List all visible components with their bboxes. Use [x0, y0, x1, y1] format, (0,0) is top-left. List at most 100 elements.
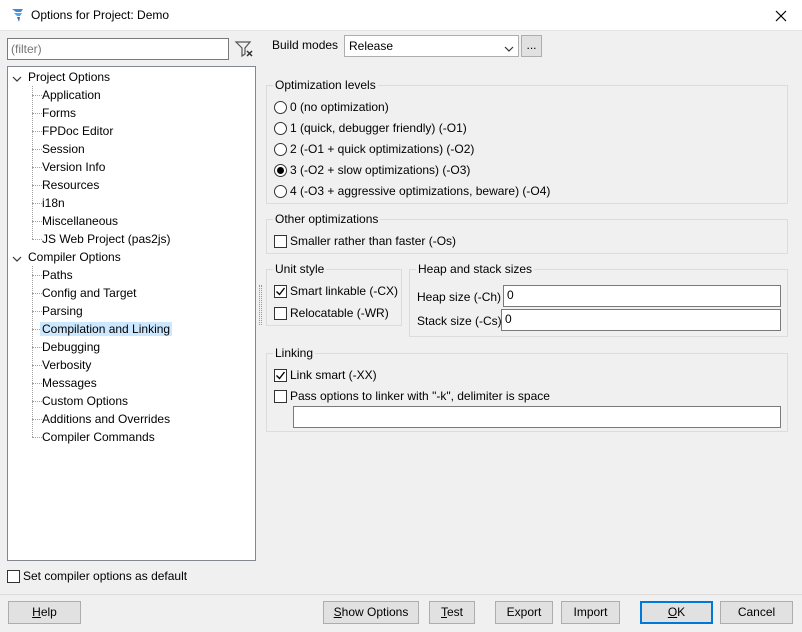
checkbox-box[interactable] — [274, 284, 287, 298]
tree-node-config-and-target[interactable]: Config and Target — [40, 284, 139, 302]
collapse-project-options[interactable] — [12, 73, 22, 83]
optimization-level-0-radio[interactable]: 0 (no optimization) — [274, 100, 389, 114]
chevron-down-icon — [12, 76, 22, 82]
stack-size-input[interactable]: 0 — [501, 309, 781, 331]
checkbox-box[interactable] — [274, 234, 287, 248]
tree-node-version-info[interactable]: Version Info — [40, 158, 107, 176]
close-button[interactable] — [760, 0, 802, 31]
radio-dot[interactable] — [274, 184, 287, 198]
tree-node-resources[interactable]: Resources — [40, 176, 101, 194]
checkbox-box[interactable] — [7, 569, 20, 583]
filter-input[interactable] — [7, 38, 229, 60]
optimization-levels-title: Optimization levels — [273, 78, 378, 92]
tree-node-miscellaneous[interactable]: Miscellaneous — [40, 212, 120, 230]
optimization-level-1-radio[interactable]: 1 (quick, debugger friendly) (-O1) — [274, 121, 467, 135]
build-modes-more-button[interactable]: ... — [521, 35, 542, 57]
tree-node-project-options[interactable]: Project Options — [26, 68, 112, 86]
radio-label: 0 (no optimization) — [290, 100, 389, 114]
tree-node-label: Compiler Commands — [42, 430, 155, 444]
checkmark-icon — [276, 287, 286, 296]
checkbox-label: Link smart (-XX) — [290, 368, 377, 382]
tree-node-label: JS Web Project (pas2js) — [42, 232, 171, 246]
checkbox-box[interactable] — [274, 306, 287, 320]
tree-node-messages[interactable]: Messages — [40, 374, 99, 392]
stack-size-label: Stack size (-Cs) — [417, 314, 502, 328]
tree-node-i18n[interactable]: i18n — [40, 194, 67, 212]
chevron-down-icon — [12, 256, 22, 262]
set-default-checkbox[interactable]: Set compiler options as default — [7, 569, 187, 583]
ok-button[interactable]: OK — [640, 601, 713, 624]
tree-node-compiler-commands[interactable]: Compiler Commands — [40, 428, 157, 446]
radio-label: 1 (quick, debugger friendly) (-O1) — [290, 121, 467, 135]
checkbox-label: Pass options to linker with "-k", delimi… — [290, 389, 550, 403]
tree-node-custom-options[interactable]: Custom Options — [40, 392, 130, 410]
tree-node-compilation-and-linking[interactable]: Compilation and Linking — [40, 320, 173, 338]
radio-dot[interactable] — [274, 163, 287, 177]
tree-node-label: Parsing — [42, 304, 83, 318]
lazarus-app-icon — [10, 7, 26, 23]
checkmark-icon — [276, 371, 286, 380]
show-options-button[interactable]: Show Options — [323, 601, 419, 624]
build-modes-label: Build modes — [272, 38, 339, 52]
pass-linker-options-checkbox[interactable]: Pass options to linker with "-k", delimi… — [274, 389, 550, 403]
tree-node-label: Debugging — [42, 340, 101, 354]
export-button[interactable]: Export — [495, 601, 553, 624]
tree-node-debugging[interactable]: Debugging — [40, 338, 102, 356]
tree-node-additions-and-overrides[interactable]: Additions and Overrides — [40, 410, 172, 428]
import-button[interactable]: Import — [561, 601, 620, 624]
tree-node-label: Config and Target — [42, 286, 137, 300]
bottom-separator — [0, 594, 802, 595]
link-smart-checkbox[interactable]: Link smart (-XX) — [274, 368, 377, 382]
clear-filter-button[interactable] — [231, 37, 257, 61]
optimization-level-4-radio[interactable]: 4 (-O3 + aggressive optimizations, bewar… — [274, 184, 550, 198]
linking-title: Linking — [273, 346, 316, 360]
smart-linkable-checkbox[interactable]: Smart linkable (-CX) — [274, 284, 398, 298]
window-title: Options for Project: Demo — [31, 8, 170, 22]
linker-options-input[interactable] — [293, 406, 781, 428]
test-button[interactable]: Test — [429, 601, 475, 624]
other-optimizations-title: Other optimizations — [273, 212, 381, 226]
radio-label: 2 (-O1 + quick optimizations) (-O2) — [290, 142, 475, 156]
checkbox-label: Smart linkable (-CX) — [290, 284, 399, 298]
tree-node-label: Session — [42, 142, 85, 156]
tree-node-forms[interactable]: Forms — [40, 104, 78, 122]
tree-node-parsing[interactable]: Parsing — [40, 302, 85, 320]
relocatable-checkbox[interactable]: Relocatable (-WR) — [274, 306, 389, 320]
optimization-level-3-radio[interactable]: 3 (-O2 + slow optimizations) (-O3) — [274, 163, 470, 177]
heap-size-input[interactable]: 0 — [503, 285, 781, 307]
tree-node-js-web-project-pas2js[interactable]: JS Web Project (pas2js) — [40, 230, 173, 248]
optimization-level-2-radio[interactable]: 2 (-O1 + quick optimizations) (-O2) — [274, 142, 474, 156]
tree-node-compiler-options[interactable]: Compiler Options — [26, 248, 123, 266]
tree-node-label: Additions and Overrides — [42, 412, 171, 426]
checkbox-box[interactable] — [274, 389, 287, 403]
tree-node-label: Compilation and Linking — [40, 322, 173, 336]
tree-node-paths[interactable]: Paths — [40, 266, 75, 284]
tree-node-application[interactable]: Application — [40, 86, 103, 104]
smaller-than-faster-checkbox[interactable]: Smaller rather than faster (-Os) — [274, 234, 456, 248]
tree-node-label: Custom Options — [42, 394, 129, 408]
tree-node-label: Application — [42, 88, 101, 102]
radio-label: 4 (-O3 + aggressive optimizations, bewar… — [290, 184, 551, 198]
checkbox-box[interactable] — [274, 368, 287, 382]
tree-node-verbosity[interactable]: Verbosity — [40, 356, 93, 374]
heap-stack-title: Heap and stack sizes — [416, 262, 535, 276]
build-modes-select[interactable]: Release — [344, 35, 519, 57]
tree-node-session[interactable]: Session — [40, 140, 87, 158]
radio-dot[interactable] — [274, 121, 287, 135]
panel-splitter[interactable] — [259, 285, 262, 325]
radio-dot[interactable] — [274, 142, 287, 156]
heap-size-label: Heap size (-Ch) — [417, 290, 502, 304]
cancel-button[interactable]: Cancel — [720, 601, 793, 624]
close-icon — [775, 10, 787, 21]
radio-label: 3 (-O2 + slow optimizations) (-O3) — [290, 163, 471, 177]
tree-node-fpdoc-editor[interactable]: FPDoc Editor — [40, 122, 115, 140]
collapse-compiler-options[interactable] — [12, 253, 22, 263]
options-tree[interactable]: Project Options Application Forms FPDoc Ed… — [7, 66, 256, 561]
radio-dot[interactable] — [274, 100, 287, 114]
tree-node-label: FPDoc Editor — [42, 124, 114, 138]
tree-node-label: Resources — [42, 178, 100, 192]
help-button[interactable]: Help — [8, 601, 81, 624]
chevron-down-icon — [504, 42, 514, 56]
funnel-clear-icon — [234, 41, 253, 58]
tree-node-label: Version Info — [42, 160, 106, 174]
